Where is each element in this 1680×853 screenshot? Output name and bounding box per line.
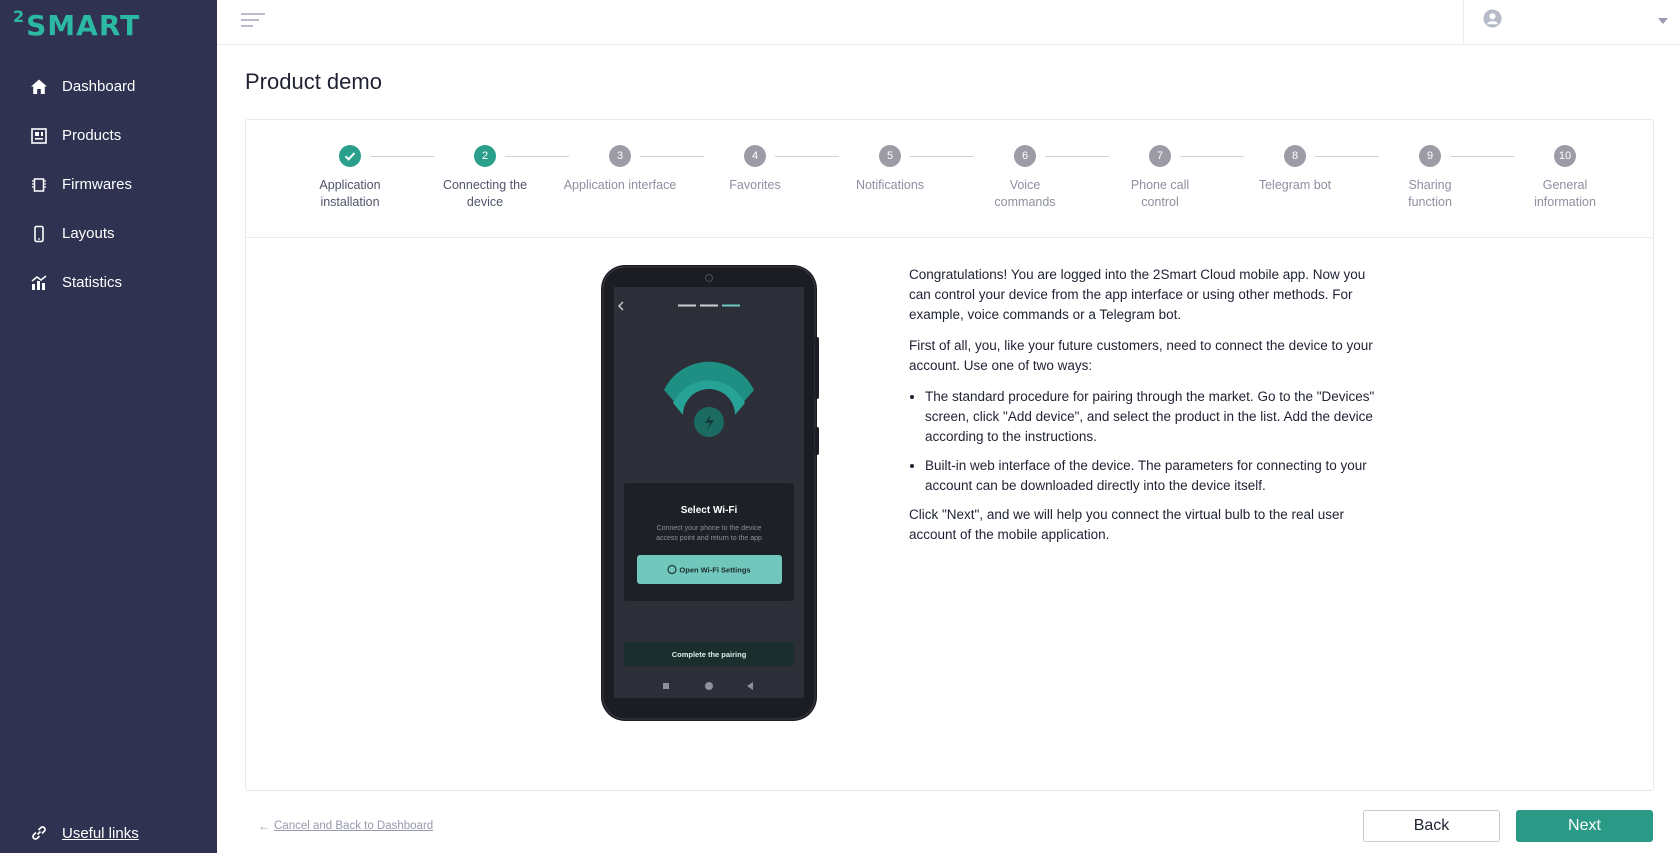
- sidebar-nav: Dashboard Products Firmwares Layouts Sta…: [0, 62, 217, 307]
- instructions-text: Congratulations! You are logged into the…: [909, 265, 1379, 556]
- step-label: Application installation: [319, 178, 381, 209]
- step-6[interactable]: 6 Voice commands: [965, 145, 1085, 211]
- link-icon: [29, 823, 49, 843]
- step-number: 7: [1149, 145, 1171, 167]
- step-label: Application interface: [563, 178, 677, 192]
- paragraph: Click "Next", and we will help you conne…: [909, 507, 1345, 542]
- step-label: Favorites: [729, 178, 781, 192]
- products-icon: [29, 126, 49, 146]
- sidebar-item-layouts[interactable]: Layouts: [0, 209, 217, 258]
- sidebar-item-dashboard[interactable]: Dashboard: [0, 62, 217, 111]
- home-icon: [29, 77, 49, 97]
- step-label: Telegram bot: [1258, 178, 1332, 192]
- logo-text: SMART: [26, 9, 141, 42]
- useful-links-label: Useful links: [62, 824, 139, 842]
- chevron-down-icon: [1658, 18, 1668, 24]
- step-5[interactable]: 5 Notifications: [830, 145, 950, 194]
- firmware-chip-icon: [29, 175, 49, 195]
- step-label: Notifications: [855, 178, 925, 192]
- phone-dialog-text: Connect your phone to the device access …: [656, 525, 762, 542]
- step-4[interactable]: 4 Favorites: [695, 145, 815, 194]
- methods-list: The standard procedure for pairing throu…: [925, 387, 1379, 496]
- sidebar-item-products[interactable]: Products: [0, 111, 217, 160]
- step-7[interactable]: 7 Phone call control: [1100, 145, 1220, 211]
- sidebar-item-firmwares[interactable]: Firmwares: [0, 160, 217, 209]
- sidebar-item-label: Dashboard: [62, 78, 136, 95]
- step-number: 9: [1419, 145, 1441, 167]
- step-label: Voice commands: [994, 178, 1056, 209]
- cancel-back-link[interactable]: ← Cancel and Back to Dashboard: [258, 819, 433, 833]
- cancel-link-label: Cancel and Back to Dashboard: [274, 820, 434, 832]
- back-button[interactable]: Back: [1363, 810, 1500, 842]
- paragraph: First of all, you, like your future cust…: [909, 338, 1373, 373]
- user-avatar-icon: [1483, 9, 1502, 28]
- step-number: 10: [1554, 145, 1576, 167]
- logo-superscript: 2: [13, 7, 26, 26]
- sidebar: 2 SMART Dashboard Products Firmwares Lay…: [0, 0, 217, 853]
- step-3[interactable]: 3 Application interface: [560, 145, 680, 194]
- step-number: 5: [879, 145, 901, 167]
- step-8[interactable]: 8 Telegram bot: [1235, 145, 1355, 194]
- top-bar: [217, 0, 1680, 45]
- useful-links[interactable]: Useful links: [29, 823, 139, 843]
- step-2[interactable]: 2 Connecting the device: [425, 145, 545, 211]
- step-1[interactable]: Application installation: [290, 145, 410, 211]
- step-number: 6: [1014, 145, 1036, 167]
- step-label: Phone call control: [1130, 178, 1190, 209]
- sidebar-item-label: Layouts: [62, 225, 115, 242]
- stepper: Application installation 2 Connecting th…: [246, 120, 1653, 238]
- list-item: The standard procedure for pairing throu…: [925, 387, 1379, 447]
- paragraph: Congratulations! You are logged into the…: [909, 267, 1366, 322]
- arrow-left-icon: ←: [258, 819, 270, 833]
- sidebar-item-label: Statistics: [62, 274, 123, 291]
- phone-open-wifi-settings: Open Wi-Fi Settings: [679, 566, 750, 575]
- demo-card: Application installation 2 Connecting th…: [245, 119, 1654, 791]
- step-number: 4: [744, 145, 766, 167]
- phone-complete-pairing: Complete the pairing: [672, 650, 747, 659]
- sidebar-item-statistics[interactable]: Statistics: [0, 258, 217, 307]
- phone-dialog-title: Select Wi-Fi: [681, 505, 738, 516]
- logo[interactable]: 2 SMART: [13, 9, 140, 43]
- phone-illustration: Select Wi-Fi Connect your phone to the d…: [601, 265, 821, 728]
- statistics-icon: [29, 273, 49, 293]
- sidebar-item-label: Products: [62, 127, 122, 144]
- step-number: 3: [609, 145, 631, 167]
- page-title: Product demo: [245, 69, 382, 94]
- list-item: Built-in web interface of the device. Th…: [925, 456, 1379, 496]
- step-label: General information: [1534, 178, 1596, 209]
- step-number: 2: [474, 145, 496, 167]
- phone-mockup: Select Wi-Fi Connect your phone to the d…: [601, 265, 819, 721]
- phone-icon: [29, 224, 49, 244]
- step-number: 8: [1284, 145, 1306, 167]
- sidebar-item-label: Firmwares: [62, 176, 132, 193]
- step-9[interactable]: 9 Sharing function: [1370, 145, 1490, 211]
- step-10[interactable]: 10 General information: [1505, 145, 1625, 211]
- step-label: Connecting the device: [442, 178, 528, 209]
- step-done-check-icon: [339, 145, 361, 167]
- next-button[interactable]: Next: [1516, 810, 1653, 842]
- step-label: Sharing function: [1408, 178, 1452, 209]
- user-menu[interactable]: [1463, 0, 1680, 44]
- menu-toggle-icon[interactable]: [241, 13, 266, 31]
